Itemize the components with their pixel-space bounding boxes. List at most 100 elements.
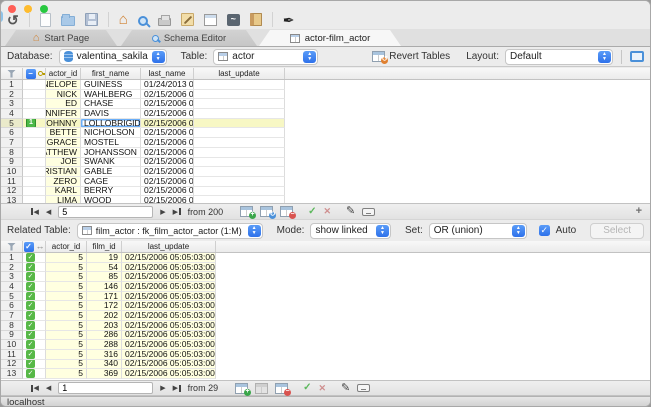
row-number-cell[interactable]: 9 [1,331,23,341]
cell-last-update[interactable]: 02/15/2006 05:05:03:000 [122,301,216,311]
cell-film-id[interactable]: 369 [87,369,122,379]
cell-last-name[interactable]: 02/15/2006 04:34:33:000 [141,138,194,148]
row-number-cell[interactable]: 11 [1,350,23,360]
edit-record-icon[interactable]: ✎ [341,383,350,394]
last-record-button[interactable]: ▶ [173,384,181,392]
table-row[interactable]: 13✓536902/15/2006 05:05:03:000 [1,369,650,379]
column-header-last-name[interactable]: last_name [141,68,194,79]
delete-record-icon[interactable]: − [275,383,288,394]
cell-last-update[interactable] [194,80,285,90]
layout-select[interactable]: Default ▲▼ [505,49,613,65]
table-row[interactable]: 3✓58502/15/2006 05:05:03:000 [1,272,650,282]
cell-last-name[interactable]: 02/15/2006 04:34:33:000 [141,90,194,100]
cell-film-id[interactable]: 85 [87,272,122,282]
cell-first-name[interactable]: SWANK [81,158,141,168]
table-row[interactable]: 2 NICKWAHLBERG02/15/2006 04:34:33:000 [1,90,650,100]
set-select[interactable]: OR (union) ▲▼ [429,223,527,239]
row-marker-cell[interactable] [23,148,46,158]
row-marker-cell[interactable] [23,109,46,119]
column-header-last-update[interactable]: last_update [122,241,216,252]
column-header-first-name[interactable]: first_name [81,68,141,79]
row-marker-cell[interactable] [23,90,46,100]
link-checkbox-cell[interactable]: ✓ [23,340,46,350]
cell-first-name[interactable]: WAHLBERG [81,90,141,100]
cell-last-name[interactable]: 02/15/2006 04:34:33:000 [141,119,194,129]
database-select[interactable]: valentina_sakila ▲▼ [59,49,167,65]
cell-last-name[interactable]: 02/15/2006 04:34:33:000 [141,196,194,203]
row-number-cell[interactable]: 5 [1,292,23,302]
cell-actor-id[interactable]: 5 [46,272,87,282]
row-marker-cell[interactable] [23,167,46,177]
column-header-actor-id[interactable]: actor_id [46,241,87,252]
row-number-cell[interactable]: 10 [1,167,23,177]
cell-actor-id[interactable]: KARL [46,187,81,197]
new-document-icon[interactable] [40,13,51,27]
delete-record-icon[interactable]: − [280,206,293,217]
row-number-cell[interactable]: 5 [1,119,23,129]
cell-film-id[interactable]: 171 [87,292,122,302]
cell-last-update[interactable] [194,109,285,119]
cell-last-update[interactable] [194,196,285,203]
linked-check-icon[interactable]: ✓ [26,331,35,340]
select-button[interactable]: Select [590,223,644,239]
cell-first-name[interactable]: JOHANSSON [81,148,141,158]
last-record-button[interactable]: ▶ [173,208,181,216]
column-header-film-id[interactable]: film_id [87,241,122,252]
cell-actor-id[interactable]: 5 [46,253,87,263]
cell-last-name[interactable]: 02/15/2006 04:34:33:000 [141,167,194,177]
row-number-cell[interactable]: 12 [1,360,23,370]
accept-changes-icon[interactable]: ✓ [303,383,311,393]
sql-editor-icon[interactable] [181,13,194,26]
link-checkbox-cell[interactable]: ✓ [23,282,46,292]
column-header-actor-id[interactable]: actor_id [46,68,81,79]
table-row[interactable]: 10✓528802/15/2006 05:05:03:000 [1,340,650,350]
linked-check-icon[interactable]: ✓ [26,369,35,378]
cell-last-name[interactable]: 01/24/2013 01:41:44:522 [141,80,194,90]
related-table-select[interactable]: film_actor : fk_film_actor_actor (1:M) ▲… [77,223,263,239]
linked-check-icon[interactable]: ✓ [26,253,35,262]
cell-last-name[interactable]: 02/15/2006 04:34:33:000 [141,158,194,168]
cell-actor-id[interactable]: 5 [46,311,87,321]
new-window-icon[interactable] [204,14,217,26]
linked-check-icon[interactable]: ✓ [26,301,35,310]
first-record-button[interactable]: ◀ [31,208,39,216]
link-checkbox-cell[interactable]: ✓ [23,292,46,302]
cell-last-update[interactable]: 02/15/2006 05:05:03:000 [122,263,216,273]
row-marker-cell[interactable] [23,187,46,197]
row-number-cell[interactable]: 3 [1,99,23,109]
column-header-last-update[interactable]: last_update [194,68,285,79]
activity-icon[interactable]: ~ [227,14,240,26]
table-row[interactable]: 8MATTHEWJOHANSSON02/15/2006 04:34:33:000 [1,148,650,158]
cell-last-update[interactable] [194,99,285,109]
row-number-cell[interactable]: 13 [1,196,23,203]
row-number-cell[interactable]: 8 [1,321,23,331]
linked-check-icon[interactable]: ✓ [26,263,35,272]
cell-film-id[interactable]: 203 [87,321,122,331]
cell-actor-id[interactable]: 5 [46,263,87,273]
cell-film-id[interactable]: 286 [87,331,122,341]
cell-actor-id[interactable]: NICK [46,90,81,100]
report-icon[interactable] [250,13,262,26]
table-row[interactable]: 8✓520302/15/2006 05:05:03:000 [1,321,650,331]
cell-last-update[interactable]: 02/15/2006 05:05:03:000 [122,360,216,370]
undo-icon[interactable]: ↺ [7,13,19,27]
link-checkbox-cell[interactable]: ✓ [23,301,46,311]
row-number-cell[interactable]: 2 [1,263,23,273]
link-checkbox-cell[interactable]: ✓ [23,350,46,360]
cell-film-id[interactable]: 202 [87,311,122,321]
cell-actor-id[interactable]: ZERO [46,177,81,187]
cell-first-name[interactable]: LOLLOBRIGIDA [81,119,141,129]
cell-last-update[interactable] [194,148,285,158]
cell-last-update[interactable] [194,90,285,100]
filter-header[interactable] [1,68,23,79]
add-record-icon[interactable]: + [240,206,253,217]
cancel-changes-icon[interactable]: ✕ [323,207,331,216]
next-record-button[interactable]: ▶ [160,208,165,216]
row-marker-cell[interactable] [23,99,46,109]
cell-actor-id[interactable]: 5 [46,369,87,379]
table-row[interactable]: 1PENELOPEGUINESS01/24/2013 01:41:44:522 [1,80,650,90]
cell-actor-id[interactable]: BETTE [46,128,81,138]
cell-last-update[interactable]: 02/15/2006 05:05:03:000 [122,253,216,263]
linked-check-icon[interactable]: ✓ [26,360,35,369]
row-number-cell[interactable]: 2 [1,90,23,100]
